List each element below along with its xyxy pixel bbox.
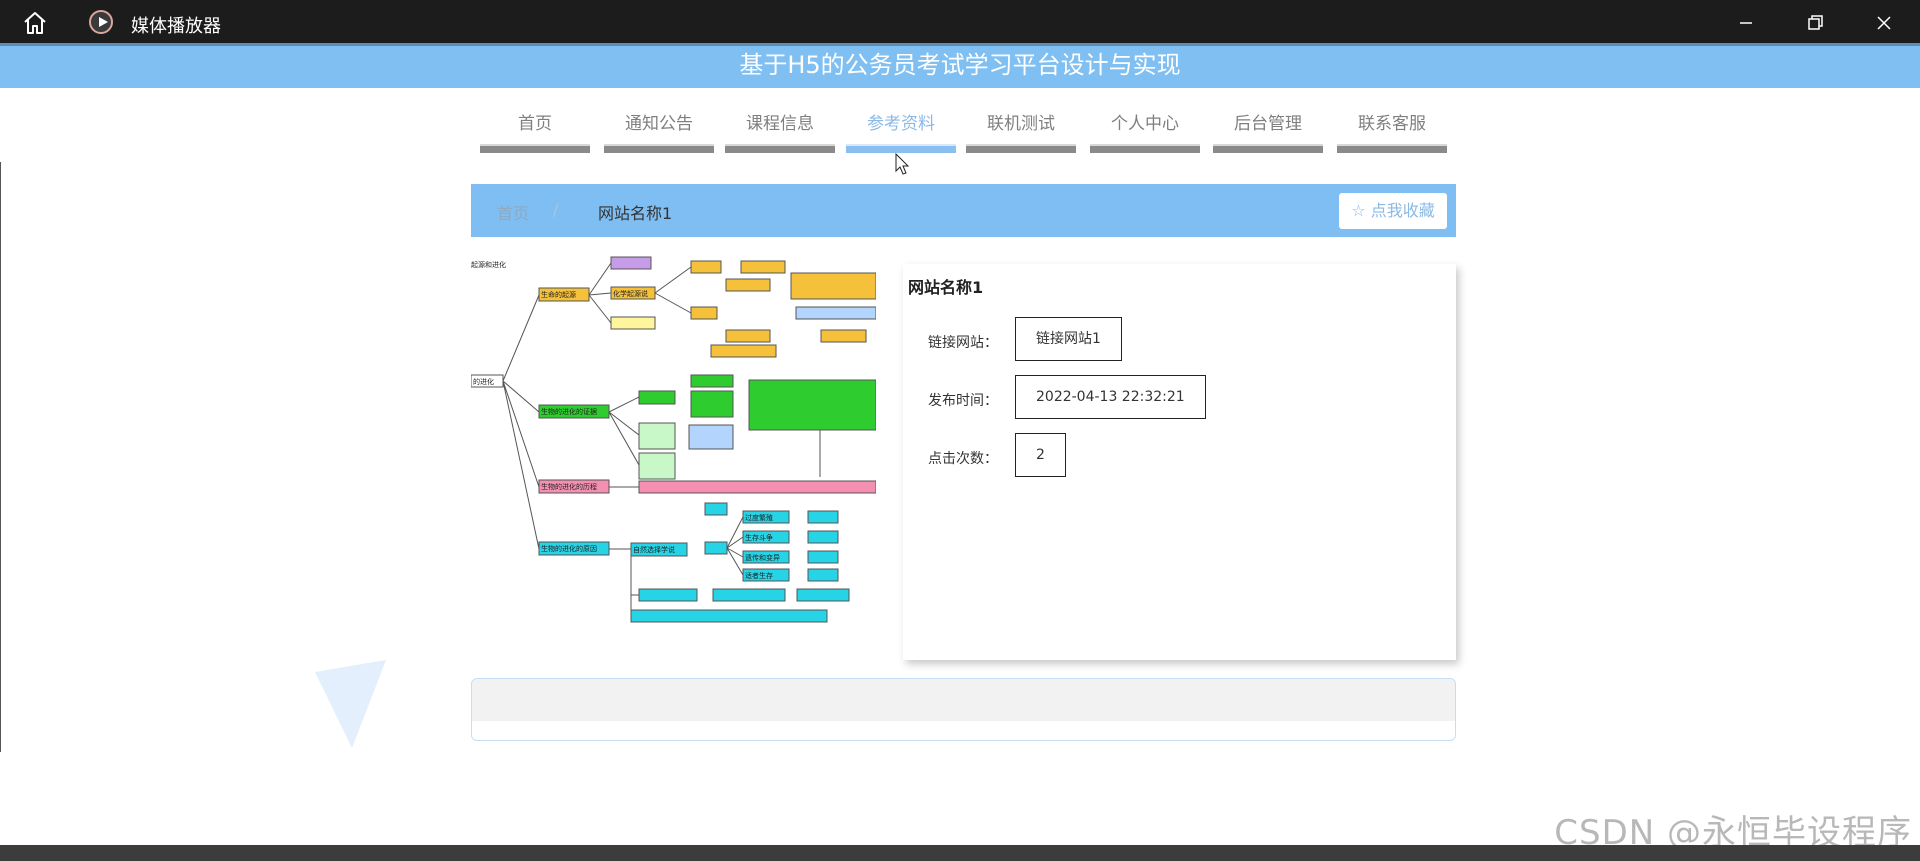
link-site-label: 链接网站： bbox=[928, 335, 998, 351]
publish-time-label: 发布时间： bbox=[928, 393, 998, 409]
mindmap-node: 遗传和变异 bbox=[745, 553, 780, 562]
mindmap-image: 起源和进化 的进化 生命的起源 生物的进化的证据 生物的进化的历程 生物的进化的… bbox=[471, 255, 876, 630]
nav-label: 联机测试 bbox=[987, 114, 1055, 134]
nav-label: 个人中心 bbox=[1111, 114, 1179, 134]
nav-underline bbox=[846, 144, 956, 153]
click-count-label: 点击次数： bbox=[928, 451, 998, 467]
taskbar bbox=[0, 845, 1920, 861]
content-panel-header bbox=[472, 679, 1455, 721]
breadcrumb-separator: / bbox=[553, 200, 559, 219]
mindmap-node: 自然选择学说 bbox=[633, 545, 675, 554]
site-title: 基于H5的公务员考试学习平台设计与实现 bbox=[0, 43, 1920, 88]
nav-underline bbox=[1337, 144, 1447, 153]
nav-underline bbox=[966, 144, 1076, 153]
nav-underline bbox=[1090, 144, 1200, 153]
mindmap-node: 生命的起源 bbox=[541, 290, 576, 299]
detail-title: 网站名称1 bbox=[908, 278, 984, 297]
mindmap-node: 生物的进化的历程 bbox=[541, 482, 597, 491]
nav-label: 课程信息 bbox=[746, 114, 814, 134]
mindmap-root: 的进化 bbox=[473, 377, 494, 386]
content-panel bbox=[471, 678, 1456, 741]
nav-underline bbox=[725, 144, 835, 153]
media-player-logo-icon bbox=[89, 10, 113, 34]
nav-underline bbox=[1213, 144, 1323, 153]
mindmap-node: 适者生存 bbox=[745, 571, 773, 580]
window-titlebar: 媒体播放器 bbox=[0, 0, 1920, 43]
mindmap-node: 生物的进化的证据 bbox=[541, 407, 597, 416]
mindmap-heading: 起源和进化 bbox=[471, 260, 506, 269]
breadcrumb-current: 网站名称1 bbox=[598, 204, 673, 223]
nav-courses[interactable]: 课程信息 bbox=[725, 109, 835, 153]
decorative-triangle-icon bbox=[315, 660, 386, 748]
breadcrumb: 首页 / 网站名称1 ☆ 点我收藏 bbox=[471, 184, 1456, 237]
nav-label: 参考资料 bbox=[867, 114, 935, 134]
nav-label: 通知公告 bbox=[625, 114, 693, 134]
mindmap-node: 过度繁殖 bbox=[745, 513, 773, 522]
detail-card: 网站名称1 链接网站： 链接网站1 发布时间： 2022-04-13 22:32… bbox=[903, 264, 1456, 660]
nav-admin[interactable]: 后台管理 bbox=[1213, 109, 1323, 153]
left-divider bbox=[0, 162, 1, 752]
home-icon[interactable] bbox=[22, 10, 48, 36]
mindmap-node: 生存斗争 bbox=[745, 533, 773, 542]
mindmap-node: 化学起源说 bbox=[613, 289, 648, 298]
nav-customer-service[interactable]: 联系客服 bbox=[1337, 109, 1447, 153]
nav-home[interactable]: 首页 bbox=[480, 109, 590, 153]
link-site-value[interactable]: 链接网站1 bbox=[1015, 317, 1122, 361]
publish-time-value: 2022-04-13 22:32:21 bbox=[1015, 375, 1206, 419]
nav-online-test[interactable]: 联机测试 bbox=[966, 109, 1076, 153]
main-nav: 首页 通知公告 课程信息 参考资料 联机测试 个人中心 后台管理 联系客服 bbox=[480, 109, 1450, 153]
restore-icon[interactable] bbox=[1800, 8, 1830, 38]
nav-personal-center[interactable]: 个人中心 bbox=[1090, 109, 1200, 153]
minimize-icon[interactable] bbox=[1731, 8, 1761, 38]
app-name: 媒体播放器 bbox=[131, 16, 221, 37]
click-count-value: 2 bbox=[1015, 433, 1066, 477]
nav-references[interactable]: 参考资料 bbox=[846, 109, 956, 153]
mindmap-node: 生物的进化的原因 bbox=[541, 544, 597, 553]
nav-label: 联系客服 bbox=[1358, 114, 1426, 134]
breadcrumb-home-link[interactable]: 首页 bbox=[497, 200, 529, 224]
close-icon[interactable] bbox=[1869, 8, 1899, 38]
nav-underline bbox=[604, 144, 714, 153]
nav-notices[interactable]: 通知公告 bbox=[604, 109, 714, 153]
favorite-button[interactable]: ☆ 点我收藏 bbox=[1339, 193, 1447, 229]
nav-label: 首页 bbox=[518, 114, 552, 134]
mouse-cursor-icon bbox=[895, 153, 910, 175]
nav-underline bbox=[480, 144, 590, 153]
nav-label: 后台管理 bbox=[1234, 114, 1302, 134]
